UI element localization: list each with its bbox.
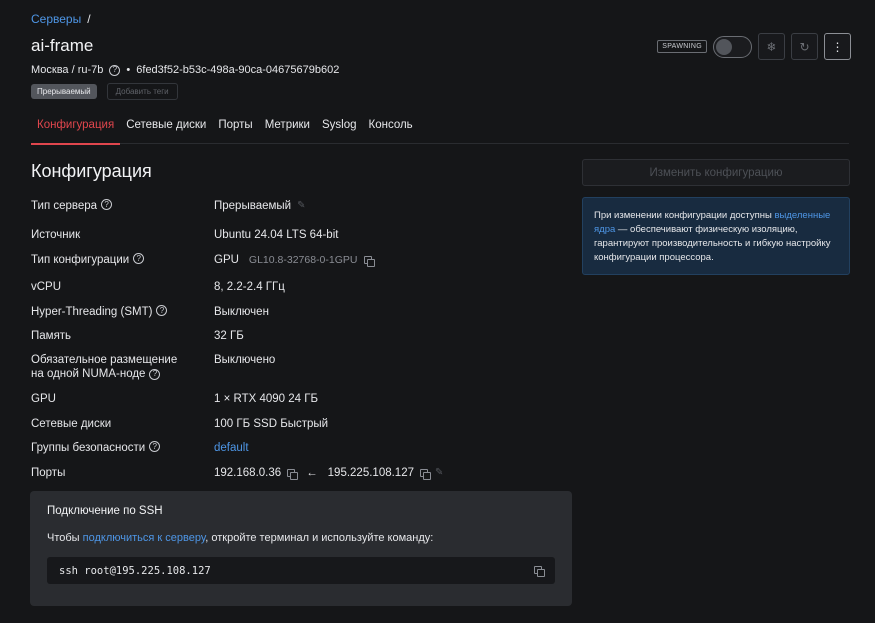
edit-server-type-icon[interactable]: ✎	[297, 199, 305, 213]
gpu-value: 1 × RTX 4090 24 ГБ	[214, 393, 319, 405]
ht-help-icon[interactable]: ?	[156, 305, 168, 316]
edit-ports-icon[interactable]: ✎	[435, 466, 443, 480]
numa-label: Обязательное размещение на одной NUMA-но…	[31, 353, 214, 381]
preemptible-tag: Прерываемый	[31, 84, 97, 99]
ht-value: Выключен	[214, 306, 269, 318]
security-label: Группы безопасности?	[31, 441, 214, 455]
page-title: ai-frame	[31, 36, 94, 55]
ports-label: Порты	[31, 467, 66, 479]
ssh-panel: Подключение по SSH Чтобы подключиться к …	[30, 491, 572, 606]
ports-value: 192.168.0.36 ← 195.225.108.127 ✎	[214, 466, 443, 480]
ssh-instructions: Чтобы подключиться к серверу, откройте т…	[47, 532, 433, 544]
row-hyperthreading: Hyper-Threading (SMT)? Выключен	[31, 305, 269, 319]
server-type-label-text: Тип сервера	[31, 200, 98, 212]
security-value-wrap: default	[214, 441, 249, 455]
row-ports: Порты 192.168.0.36 ← 195.225.108.127 ✎	[31, 466, 443, 480]
server-meta: Москва / ru-7b ? • 6fed3f52-b53c-498a-90…	[31, 64, 339, 76]
tab-ports[interactable]: Порты	[212, 114, 258, 144]
server-location: Москва / ru-7b	[31, 64, 104, 76]
copy-private-ip-icon[interactable]	[287, 468, 299, 480]
config-type-code: GL10.8-32768-0-1GPU	[248, 254, 358, 266]
ht-label-text: Hyper-Threading (SMT)	[31, 306, 153, 318]
location-help-icon[interactable]: ?	[109, 64, 121, 76]
tab-network-disks[interactable]: Сетевые диски	[120, 114, 212, 144]
source-value: Ubuntu 24.04 LTS 64-bit	[214, 229, 339, 241]
copy-public-ip-icon[interactable]	[420, 468, 431, 480]
security-group-link[interactable]: default	[214, 441, 249, 455]
breadcrumb-separator: /	[87, 12, 91, 26]
row-vcpu: vCPU 8, 2.2-2.4 ГГц	[31, 280, 285, 294]
ssh-command: ssh root@195.225.108.127	[59, 564, 211, 577]
ssh-title: Подключение по SSH	[47, 505, 163, 517]
disks-value: 100 ГБ SSD Быстрый	[214, 418, 329, 430]
copy-icon[interactable]	[363, 255, 375, 267]
config-type-label-text: Тип конфигурации	[31, 254, 130, 266]
tab-configuration[interactable]: Конфигурация	[31, 114, 121, 145]
server-id: 6fed3f52-b53c-498a-90ca-04675679b602	[136, 64, 340, 76]
copy-command-icon[interactable]	[534, 566, 545, 577]
row-source: Источник Ubuntu 24.04 LTS 64-bit	[31, 228, 338, 242]
tags-row: Прерываемый Добавить теги	[31, 83, 178, 100]
info-box: При изменении конфигурации доступны выде…	[582, 197, 850, 275]
change-configuration-button[interactable]: Изменить конфигурацию	[582, 159, 850, 186]
numa-value: Выключено	[214, 354, 276, 366]
ssh-text-before: Чтобы	[47, 532, 83, 544]
more-vertical-icon: ⋮	[831, 39, 844, 54]
tab-syslog[interactable]: Syslog	[316, 114, 363, 144]
vcpu-value: 8, 2.2-2.4 ГГц	[214, 281, 285, 293]
snowflake-icon: ❄	[766, 39, 777, 54]
config-type-value: GPU GL10.8-32768-0-1GPU	[214, 253, 375, 267]
memory-value: 32 ГБ	[214, 330, 244, 342]
row-server-type: Тип сервера? Прерываемый ✎	[31, 199, 305, 213]
security-help-icon[interactable]: ?	[149, 441, 161, 452]
tab-console[interactable]: Консоль	[363, 114, 419, 144]
public-ip: 195.225.108.127	[327, 467, 414, 479]
private-ip: 192.168.0.36	[214, 467, 282, 479]
power-toggle[interactable]	[713, 35, 752, 58]
tab-metrics[interactable]: Метрики	[259, 114, 316, 144]
numa-help-icon[interactable]: ?	[149, 368, 161, 380]
memory-label: Память	[31, 330, 72, 342]
ssh-text-after: , откройте терминал и используйте команд…	[205, 532, 434, 544]
ht-label: Hyper-Threading (SMT)?	[31, 305, 214, 319]
arrow-left-icon: ←	[306, 467, 318, 479]
source-label: Источник	[31, 229, 81, 241]
add-tags-button[interactable]: Добавить теги	[106, 83, 178, 100]
refresh-icon: ↻	[799, 39, 810, 54]
meta-separator: •	[126, 64, 131, 76]
config-type-gpu: GPU	[214, 254, 239, 266]
row-network-disks: Сетевые диски 100 ГБ SSD Быстрый	[31, 417, 328, 431]
status-badge: SPAWNING	[657, 40, 707, 53]
freeze-button[interactable]: ❄	[758, 33, 785, 60]
row-numa: Обязательное размещение на одной NUMA-но…	[31, 353, 275, 381]
row-memory: Память 32 ГБ	[31, 329, 244, 343]
breadcrumb: Серверы /	[31, 12, 91, 26]
server-type-value: Прерываемый ✎	[214, 199, 305, 213]
info-text-1: При изменении конфигурации доступны	[594, 210, 775, 221]
server-type-label: Тип сервера?	[31, 199, 214, 213]
row-config-type: Тип конфигурации? GPU GL10.8-32768-0-1GP…	[31, 253, 375, 267]
tabs: Конфигурация Сетевые диски Порты Метрики…	[31, 114, 849, 145]
numa-label-line1: Обязательное размещение	[31, 354, 178, 366]
info-text-2: — обеспечивают физическую изоляцию, гара…	[594, 224, 831, 263]
row-security-groups: Группы безопасности? default	[31, 441, 249, 455]
connect-to-server-link[interactable]: подключиться к серверу	[83, 532, 206, 544]
breadcrumb-servers-link[interactable]: Серверы	[31, 12, 81, 26]
server-toolbar: SPAWNING ❄ ↻ ⋮	[657, 33, 851, 60]
section-title: Конфигурация	[31, 161, 152, 181]
row-gpu: GPU 1 × RTX 4090 24 ГБ	[31, 392, 318, 406]
disks-label: Сетевые диски	[31, 418, 112, 430]
toggle-knob	[716, 38, 732, 55]
gpu-label: GPU	[31, 393, 56, 405]
server-type-value-text: Прерываемый	[214, 200, 292, 212]
server-type-help-icon[interactable]: ?	[101, 199, 113, 210]
more-menu-button[interactable]: ⋮	[824, 33, 851, 60]
numa-label-line2: на одной NUMA-ноде	[31, 368, 146, 380]
config-type-label: Тип конфигурации?	[31, 253, 214, 267]
ssh-command-box: ssh root@195.225.108.127	[47, 557, 555, 584]
config-type-help-icon[interactable]: ?	[133, 253, 145, 264]
vcpu-label: vCPU	[31, 281, 62, 293]
security-label-text: Группы безопасности	[31, 442, 146, 454]
refresh-button[interactable]: ↻	[791, 33, 818, 60]
